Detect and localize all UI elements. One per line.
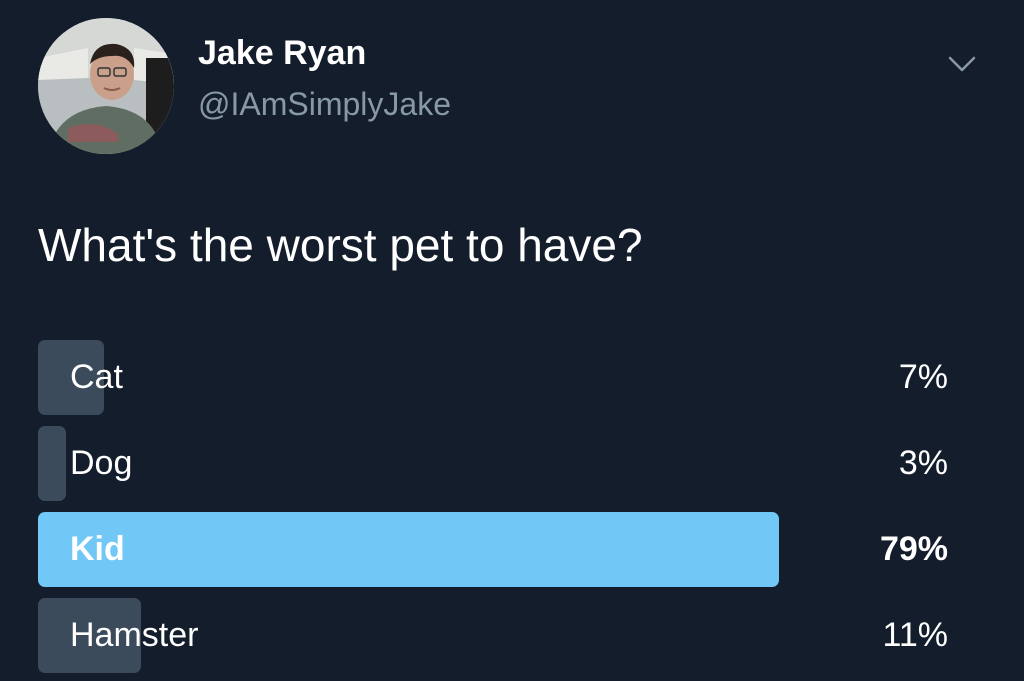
- chevron-down-icon[interactable]: [944, 48, 980, 78]
- poll-option-dog[interactable]: Dog 3%: [38, 426, 948, 502]
- poll-option-label: Kid: [70, 530, 125, 568]
- poll-question: What's the worst pet to have?: [38, 219, 643, 271]
- poll-option-cat[interactable]: Cat 7%: [38, 340, 948, 416]
- poll-bar: [38, 512, 779, 587]
- poll-option-percent: 3%: [898, 444, 948, 482]
- poll-option-hamster[interactable]: Hamster 11%: [38, 598, 948, 674]
- poll-option-label: Cat: [70, 358, 123, 396]
- display-name[interactable]: Jake Ryan: [198, 36, 366, 70]
- tweet-card: Jake Ryan @IAmSimplyJake What's the wors…: [0, 0, 1024, 681]
- avatar-image: [38, 18, 174, 154]
- user-handle[interactable]: @IAmSimplyJake: [198, 88, 451, 120]
- poll-option-label: Hamster: [70, 616, 199, 654]
- poll-bar: [38, 426, 66, 501]
- poll-options: Cat 7% Dog 3% Kid 79% Hamster 11%: [38, 340, 948, 681]
- poll-option-percent: 7%: [898, 358, 948, 396]
- poll-option-percent: 11%: [882, 616, 948, 654]
- avatar[interactable]: [38, 18, 174, 154]
- poll-option-label: Dog: [70, 444, 133, 482]
- poll-option-kid[interactable]: Kid 79%: [38, 512, 948, 588]
- poll-option-percent: 79%: [879, 530, 948, 568]
